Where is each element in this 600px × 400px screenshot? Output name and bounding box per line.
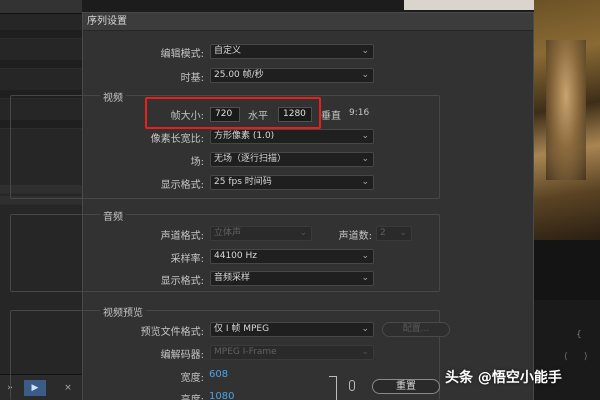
preview-height-label: 高度:: [120, 391, 204, 400]
editing-mode-select[interactable]: 自定义 ⌄: [210, 44, 374, 59]
channel-format-select[interactable]: 立体声 ⌄: [210, 226, 312, 241]
channel-count-label: 声道数:: [338, 231, 372, 242]
codec-label: 编解码器:: [160, 350, 204, 361]
channel-count-value: 2: [380, 228, 386, 238]
frame-size-highlight: [145, 97, 321, 129]
vertical-label: 垂直: [321, 111, 341, 122]
audio-display-format-label: 显示格式:: [160, 276, 204, 287]
codec-value: MPEG I-Frame: [214, 347, 277, 357]
monitor-control-icon[interactable]: ⟨: [564, 352, 568, 362]
pixel-aspect-select[interactable]: 方形像素 (1.0) ⌄: [210, 129, 374, 144]
audio-section-title: 音频: [100, 208, 126, 223]
chevron-down-icon: ⌄: [361, 154, 369, 164]
audio-display-format-select[interactable]: 音频采样 ⌄: [210, 271, 374, 286]
video-section-title: 视频: [100, 89, 126, 104]
aspect-ratio-label: 9:16: [349, 108, 370, 118]
project-panel-header: [0, 0, 82, 14]
preview-width-value[interactable]: 608: [209, 369, 249, 380]
video-display-format-label: 显示格式:: [160, 180, 204, 191]
sample-rate-label: 采样率:: [170, 254, 204, 265]
chevron-down-icon: ⌄: [361, 324, 369, 334]
panel-row: [0, 60, 82, 69]
codec-select[interactable]: MPEG I-Frame ⌄: [210, 345, 374, 360]
video-display-format-select[interactable]: 25 fps 时间码 ⌄: [210, 175, 374, 190]
channel-format-value: 立体声: [214, 228, 242, 238]
chevron-down-icon: ⌄: [361, 251, 369, 261]
pixel-aspect-value: 方形像素 (1.0): [214, 131, 275, 141]
preview-file-format-select[interactable]: 仅 I 帧 MPEG ⌄: [210, 322, 374, 337]
configure-button[interactable]: 配置...: [382, 322, 450, 337]
channel-format-label: 声道格式:: [160, 231, 204, 242]
link-icon[interactable]: [349, 380, 355, 391]
audio-display-format-value: 音频采样: [214, 273, 251, 283]
chevron-down-icon: ⌄: [299, 228, 307, 238]
sample-rate-value: 44100 Hz: [214, 251, 257, 261]
monitor-control-icon[interactable]: {: [576, 330, 582, 340]
video-display-format-value: 25 fps 时间码: [214, 177, 272, 187]
timebase-select[interactable]: 25.00 帧/秒 ⌄: [210, 68, 374, 83]
preview-file-format-label: 预览文件格式:: [140, 327, 204, 338]
preview-height-value[interactable]: 1080: [209, 391, 249, 400]
sample-rate-select[interactable]: 44100 Hz ⌄: [210, 249, 374, 264]
timebase-label: 时基:: [180, 73, 204, 84]
chevron-down-icon: ⌄: [361, 131, 369, 141]
reset-button[interactable]: 重置: [372, 379, 440, 394]
editing-mode-label: 编辑模式:: [160, 49, 204, 60]
monitor-control-icon[interactable]: ⟩: [584, 352, 588, 362]
video-preview-subject: [546, 40, 586, 180]
chevron-down-icon: ⌄: [361, 46, 369, 56]
editing-mode-value: 自定义: [214, 46, 242, 56]
dialog-title: 序列设置: [83, 13, 533, 31]
fields-select[interactable]: 无场（逐行扫描） ⌄: [210, 152, 374, 167]
timebase-value: 25.00 帧/秒: [214, 70, 264, 80]
preview-width-label: 宽度:: [180, 373, 204, 384]
aspect-link-bracket: [329, 376, 337, 400]
fields-value: 无场（逐行扫描）: [214, 154, 287, 164]
channel-count-select[interactable]: 2 ⌄: [376, 226, 412, 241]
watermark: 头条 @悟空小能手: [445, 370, 562, 386]
panel-row: [0, 30, 82, 39]
chevron-down-icon: ⌄: [361, 70, 369, 80]
fields-label: 场:: [190, 157, 204, 168]
video-preview-section-title: 视频预览: [100, 304, 146, 319]
chevron-down-icon: ⌄: [361, 273, 369, 283]
pixel-aspect-label: 像素长宽比:: [150, 134, 204, 145]
chevron-down-icon: ⌄: [361, 347, 369, 357]
chevron-down-icon: ⌄: [361, 177, 369, 187]
chevron-down-icon: ⌄: [399, 228, 407, 238]
preview-file-format-value: 仅 I 帧 MPEG: [214, 324, 270, 334]
